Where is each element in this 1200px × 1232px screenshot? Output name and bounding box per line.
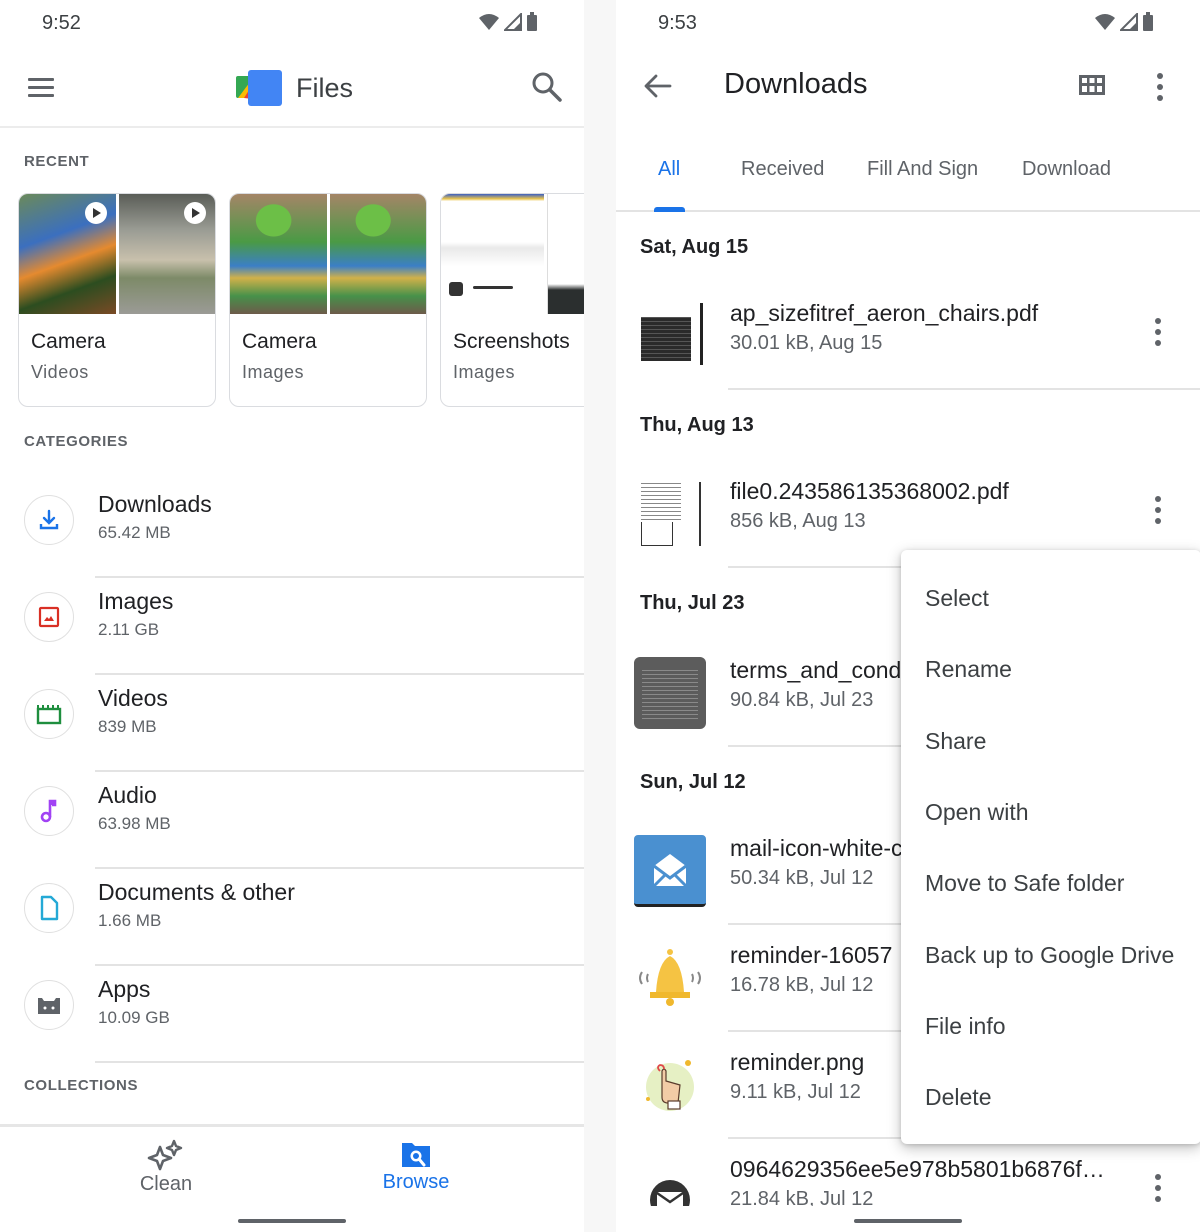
file-row[interactable]: 0964629356ee5e978b5801b6876f… 21.84 kB, … bbox=[616, 1146, 1200, 1206]
signal-icon bbox=[504, 13, 522, 31]
menu-item-open-with[interactable]: Open with bbox=[901, 777, 1200, 848]
category-documents[interactable]: Documents & other 1.66 MB bbox=[0, 869, 584, 966]
search-button[interactable] bbox=[530, 70, 564, 104]
recent-section-label: RECENT bbox=[24, 153, 90, 170]
divider bbox=[728, 388, 1200, 390]
tab-all[interactable]: All bbox=[658, 158, 680, 181]
recent-card-screenshots[interactable]: Screenshots Images bbox=[440, 193, 584, 407]
page-title: Downloads bbox=[724, 68, 868, 100]
bell-image-thumbnail bbox=[634, 942, 706, 1014]
menu-icon bbox=[28, 78, 54, 81]
music-note-icon bbox=[40, 799, 57, 823]
bell-icon bbox=[639, 949, 701, 1006]
divider bbox=[95, 1061, 584, 1063]
file-more-button[interactable] bbox=[1152, 490, 1164, 530]
android-icon bbox=[38, 998, 60, 1014]
download-icon bbox=[39, 509, 59, 530]
sparkle-icon bbox=[147, 1139, 183, 1171]
status-time: 9:53 bbox=[658, 12, 697, 34]
file-row[interactable]: ap_sizefitref_aeron_chairs.pdf 30.01 kB,… bbox=[616, 290, 1200, 390]
pdf-thumbnail bbox=[634, 478, 706, 550]
date-header: Sat, Aug 15 bbox=[640, 236, 749, 258]
video-thumbnail bbox=[118, 194, 215, 314]
menu-item-delete[interactable]: Delete bbox=[901, 1062, 1200, 1133]
tab-download[interactable]: Download bbox=[1022, 158, 1111, 181]
video-icon bbox=[36, 705, 62, 725]
date-header: Thu, Jul 23 bbox=[640, 592, 745, 614]
play-icon bbox=[84, 202, 107, 224]
image-thumbnail bbox=[230, 194, 327, 314]
play-icon bbox=[184, 202, 206, 224]
finger-reminder-icon bbox=[646, 1060, 694, 1111]
recent-card-camera-videos[interactable]: Camera Videos bbox=[18, 193, 216, 407]
reminder-image-thumbnail bbox=[634, 1049, 706, 1121]
folder-search-icon bbox=[402, 1143, 430, 1167]
mail-open-icon bbox=[652, 853, 688, 887]
screenshot-thumbnail bbox=[547, 194, 584, 314]
recent-card-camera-images[interactable]: Camera Images bbox=[229, 193, 427, 407]
envelope-icon bbox=[650, 1180, 690, 1206]
nav-browse[interactable]: Browse bbox=[356, 1139, 476, 1194]
grid-view-icon bbox=[1079, 75, 1105, 95]
downloads-screen: 9:53 Downloads All Received Fill And Sig… bbox=[616, 0, 1200, 1232]
menu-item-back-up-to-drive[interactable]: Back up to Google Drive bbox=[901, 920, 1200, 991]
menu-item-share[interactable]: Share bbox=[901, 706, 1200, 777]
nav-clean[interactable]: Clean bbox=[106, 1139, 226, 1196]
status-time: 9:52 bbox=[42, 12, 81, 34]
video-thumbnail bbox=[19, 194, 116, 314]
back-button[interactable] bbox=[642, 70, 674, 102]
file-more-button[interactable] bbox=[1152, 1168, 1164, 1206]
arrow-back-icon bbox=[644, 74, 672, 98]
bottom-navigation: Clean Browse bbox=[0, 1124, 584, 1232]
tab-fill-and-sign[interactable]: Fill And Sign bbox=[867, 158, 978, 181]
battery-icon bbox=[1143, 12, 1153, 31]
grid-view-button[interactable] bbox=[1078, 74, 1108, 100]
file-more-button[interactable] bbox=[1152, 312, 1164, 352]
categories-section-label: CATEGORIES bbox=[24, 433, 129, 450]
mail-image-thumbnail bbox=[634, 835, 706, 907]
app-bar: Files bbox=[0, 50, 584, 128]
date-header: Sun, Jul 12 bbox=[640, 771, 746, 793]
file-context-menu: Select Rename Share Open with Move to Sa… bbox=[901, 550, 1200, 1144]
signal-icon bbox=[1120, 13, 1138, 31]
menu-item-move-to-safe-folder[interactable]: Move to Safe folder bbox=[901, 848, 1200, 919]
battery-icon bbox=[527, 12, 537, 31]
filter-tabs: All Received Fill And Sign Download bbox=[616, 128, 1200, 212]
search-icon bbox=[532, 72, 562, 102]
status-bar: 9:53 bbox=[616, 0, 1200, 50]
category-downloads[interactable]: Downloads 65.42 MB bbox=[0, 481, 584, 578]
image-thumbnail bbox=[329, 194, 426, 314]
tab-received[interactable]: Received bbox=[741, 158, 824, 181]
menu-item-file-info[interactable]: File info bbox=[901, 991, 1200, 1062]
files-home-screen: 9:52 Files RECENT Camera Videos Camera I… bbox=[0, 0, 584, 1232]
image-icon bbox=[38, 606, 60, 628]
collections-section-label: COLLECTIONS bbox=[24, 1077, 139, 1094]
category-audio[interactable]: Audio 63.98 MB bbox=[0, 772, 584, 869]
files-logo-icon bbox=[236, 70, 282, 106]
screenshot-thumbnail bbox=[441, 194, 545, 314]
more-vert-icon bbox=[1157, 73, 1163, 79]
wifi-icon bbox=[1095, 14, 1115, 30]
category-apps[interactable]: Apps 10.09 GB bbox=[0, 966, 584, 1063]
active-tab-indicator bbox=[654, 207, 685, 212]
wifi-icon bbox=[479, 14, 499, 30]
gesture-bar[interactable] bbox=[854, 1219, 962, 1223]
status-bar: 9:52 bbox=[0, 0, 584, 50]
app-title: Files bbox=[296, 72, 354, 103]
more-options-button[interactable] bbox=[1150, 70, 1170, 104]
pdf-thumbnail bbox=[634, 300, 706, 372]
menu-button[interactable] bbox=[26, 76, 56, 100]
date-header: Thu, Aug 13 bbox=[640, 414, 754, 436]
gesture-bar[interactable] bbox=[238, 1219, 346, 1223]
menu-item-select[interactable]: Select bbox=[901, 563, 1200, 634]
envelope-image-thumbnail bbox=[634, 1156, 706, 1206]
document-thumbnail bbox=[634, 657, 706, 729]
document-icon bbox=[40, 895, 59, 921]
category-images[interactable]: Images 2.11 GB bbox=[0, 578, 584, 675]
category-videos[interactable]: Videos 839 MB bbox=[0, 675, 584, 772]
menu-item-rename[interactable]: Rename bbox=[901, 634, 1200, 705]
